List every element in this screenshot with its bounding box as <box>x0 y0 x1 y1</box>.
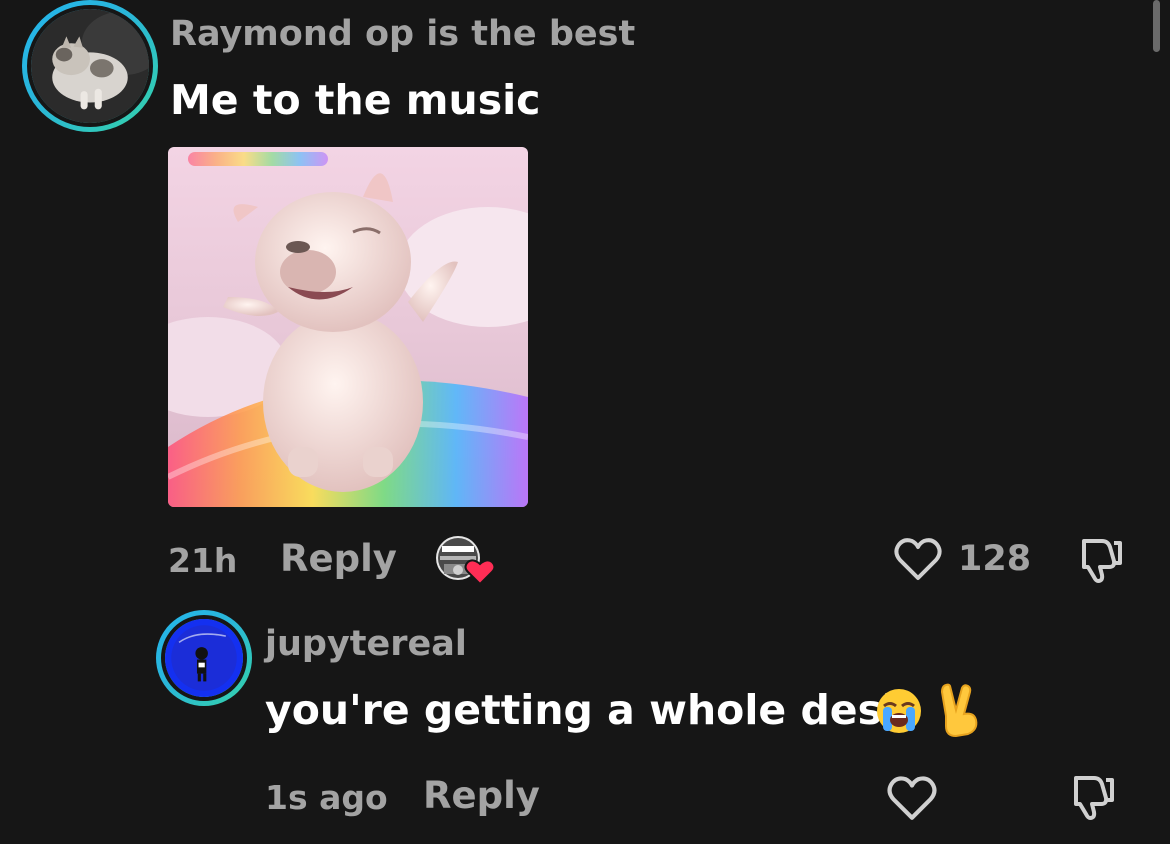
avatar-image <box>161 615 247 701</box>
comment-text: Me to the music <box>170 76 541 124</box>
comment-2: jupytereal you're getting a whole desk 1… <box>0 600 1170 844</box>
reply-button[interactable]: Reply <box>423 774 540 817</box>
reply-button[interactable]: Reply <box>280 537 397 580</box>
thumbs-down-icon[interactable] <box>1072 533 1124 585</box>
comment-time: 1s ago <box>265 778 388 817</box>
victory-hand-icon <box>938 682 984 738</box>
thumbs-down-icon[interactable] <box>1064 770 1116 822</box>
username[interactable]: jupytereal <box>265 624 467 664</box>
heart-outline-icon[interactable] <box>886 774 938 822</box>
comment-time: 21h <box>168 541 238 580</box>
avatar-raymond[interactable] <box>22 0 158 132</box>
comment-1: Raymond op is the best Me to the music 2… <box>0 0 1170 600</box>
username[interactable]: Raymond op is the best <box>170 14 635 54</box>
loudly-crying-face-icon <box>874 686 924 736</box>
dancing-dog-gif[interactable] <box>168 147 528 507</box>
creator-liked-badge-icon <box>434 534 496 586</box>
comment-text: you're getting a whole desk <box>265 686 910 734</box>
avatar-image <box>27 5 153 127</box>
like-count: 128 <box>958 539 1032 579</box>
avatar-jupytereal[interactable] <box>156 610 252 706</box>
heart-outline-icon[interactable] <box>893 536 943 582</box>
